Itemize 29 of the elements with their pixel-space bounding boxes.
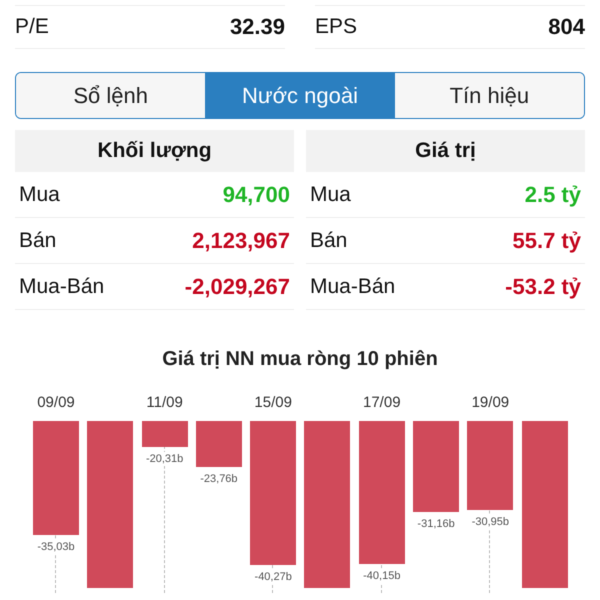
chart-title: Giá trị NN mua ròng 10 phiên [161, 348, 439, 371]
bar [196, 421, 242, 468]
row-label: Mua-Bán [310, 274, 396, 298]
row-label: Mua [310, 182, 351, 206]
bar [142, 421, 188, 447]
ratio-value: 804 [548, 14, 585, 40]
ratio-label: P/E [15, 15, 49, 39]
tab[interactable]: Sổ lệnh [16, 73, 206, 118]
row-label: Bán [310, 228, 348, 252]
date-label: 15/09 [254, 394, 292, 410]
date-label: 19/09 [472, 394, 510, 410]
row-label: Mua-Bán [19, 274, 104, 298]
row-value: 94,700 [222, 182, 290, 208]
row-value: 2,123,967 [192, 228, 290, 254]
row-value: -2,029,267 [184, 274, 290, 300]
tab[interactable]: Nước ngoài [205, 73, 395, 118]
row-value: 2.5 tỷ [524, 182, 581, 208]
column-header: Khối lượng [15, 130, 294, 172]
date-label: 09/09 [37, 394, 75, 410]
ratio-value: 32.39 [230, 14, 285, 40]
row-value: 55.7 tỷ [512, 228, 581, 254]
row-value: -53.2 tỷ [505, 274, 581, 300]
date-label: 17/09 [363, 394, 401, 410]
row-label: Bán [19, 228, 56, 252]
date-label: 11/09 [146, 394, 183, 410]
column-header: Giá trị [306, 130, 585, 172]
tab[interactable]: Tín hiệu [394, 73, 584, 118]
ratio-label: EPS [315, 15, 358, 39]
row-label: Mua [19, 182, 60, 206]
